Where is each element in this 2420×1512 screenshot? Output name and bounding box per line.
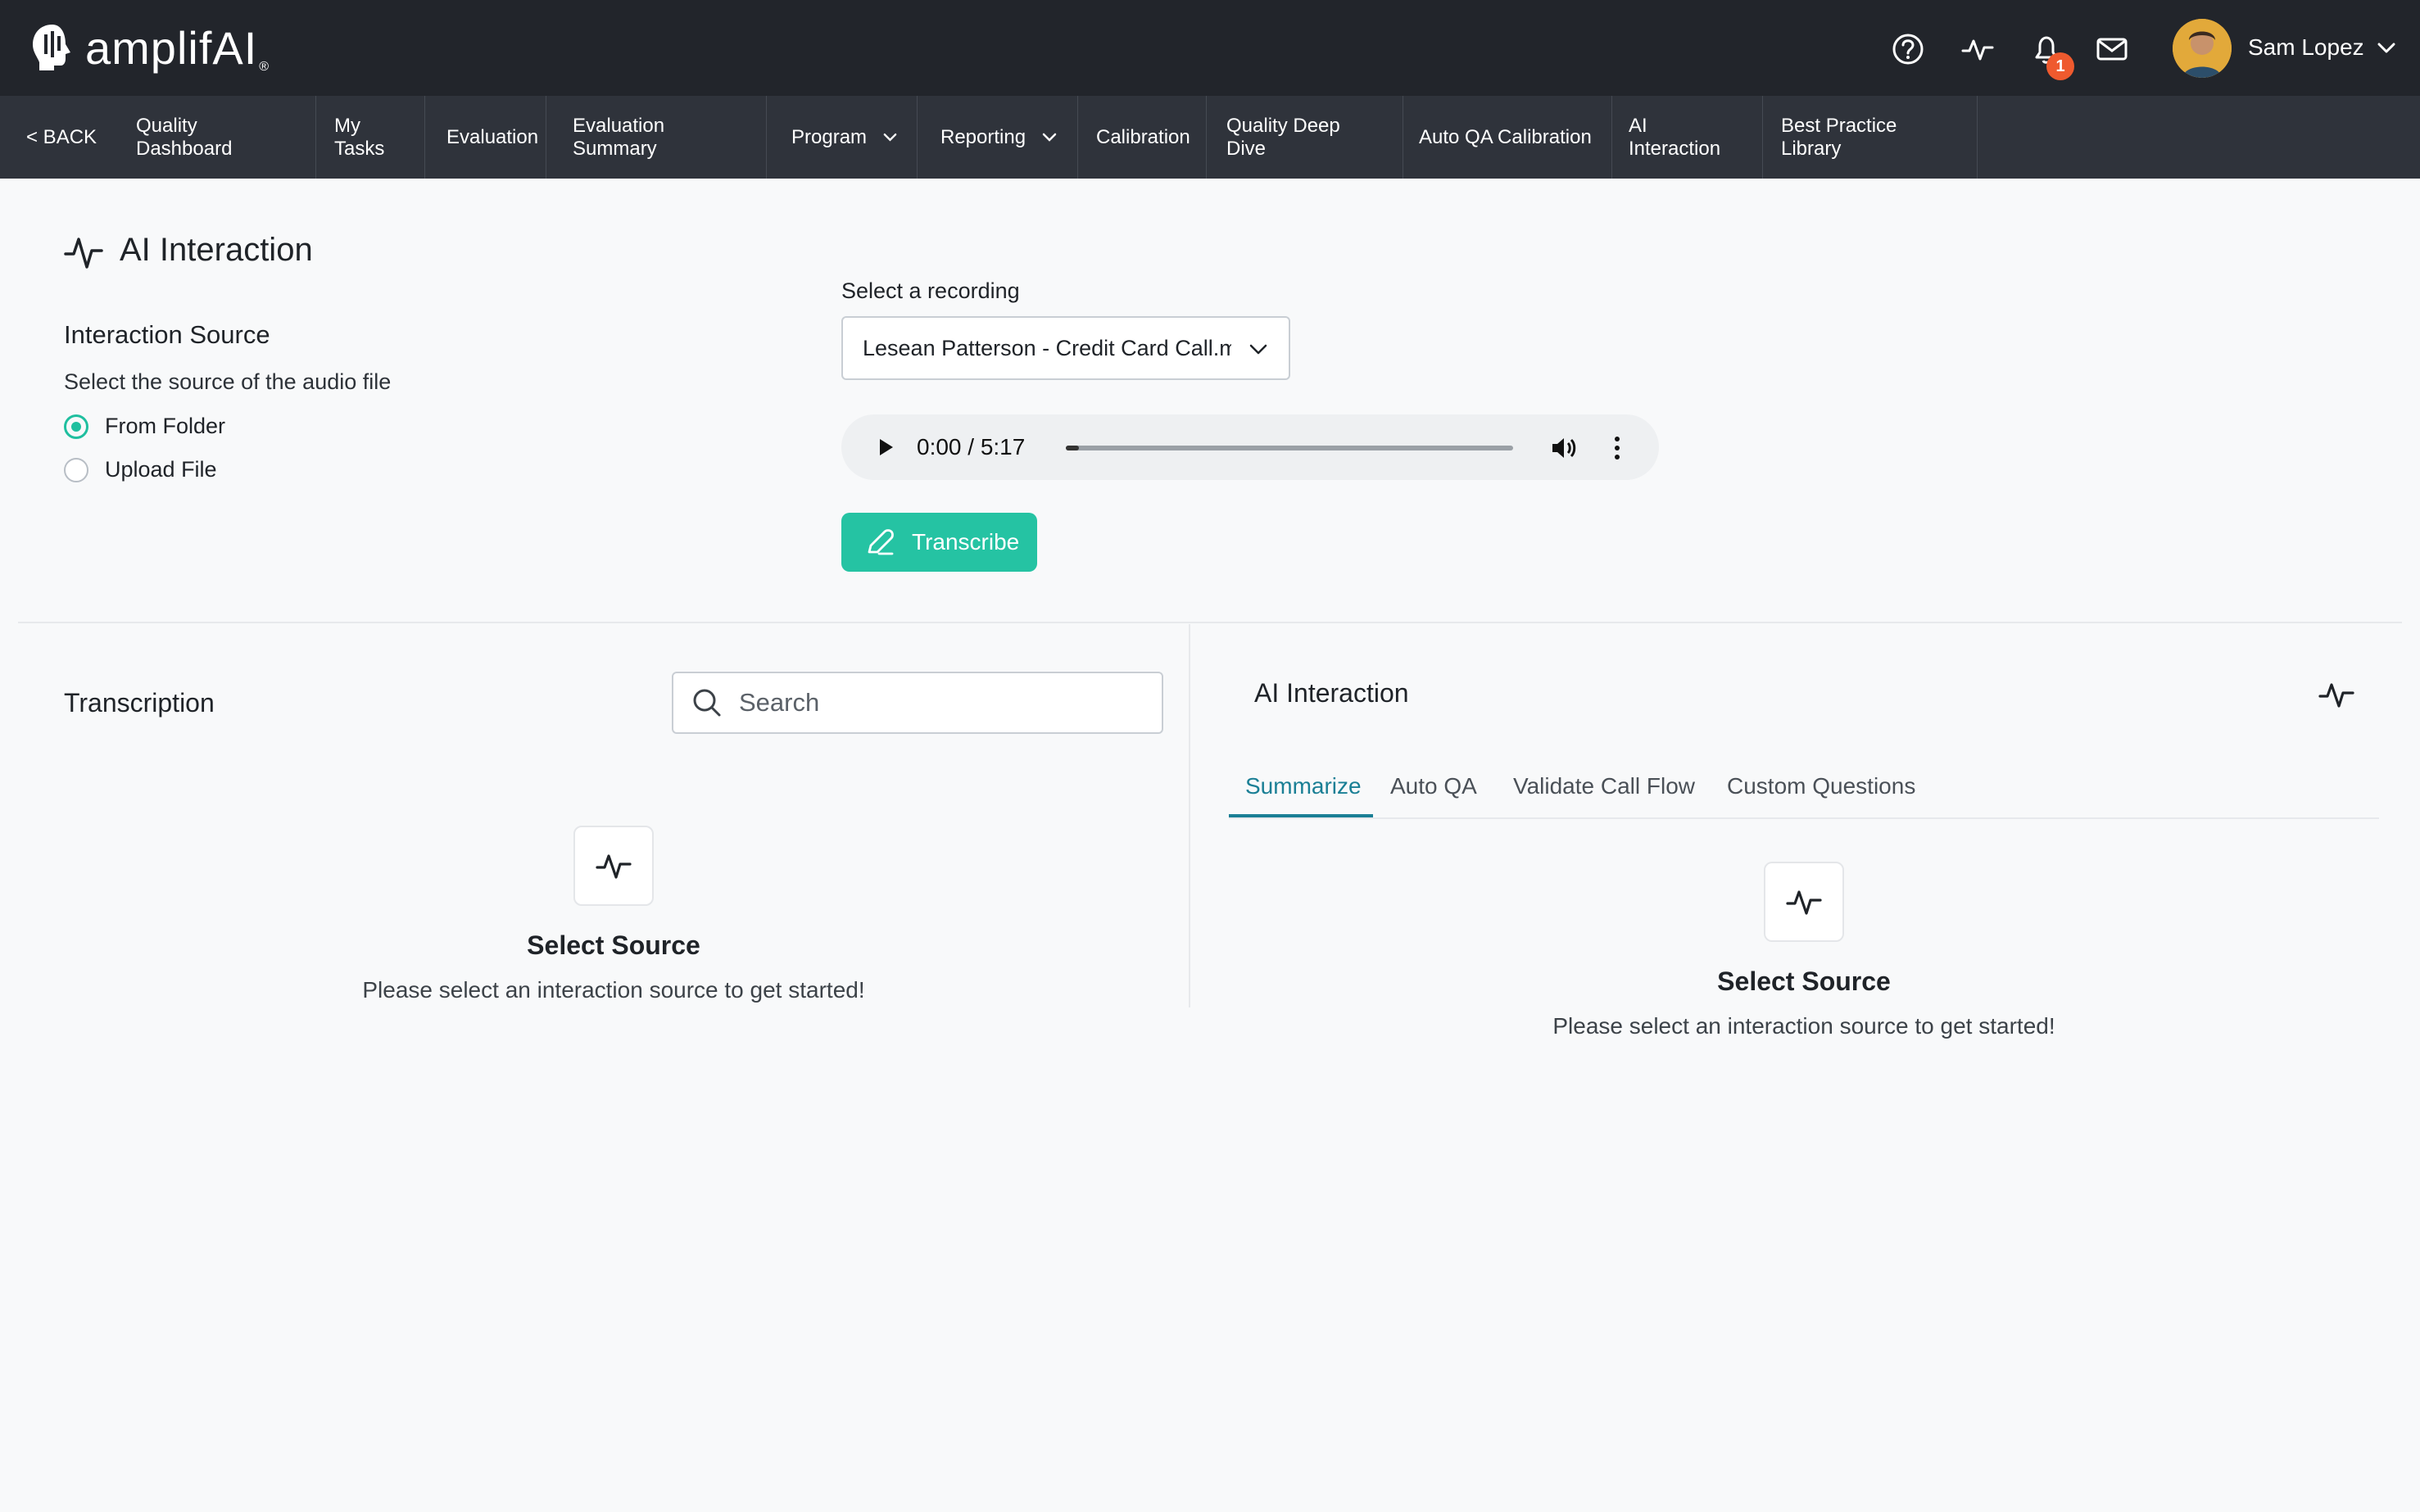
nav-ai-interaction[interactable]: AI Interaction: [1611, 96, 1763, 179]
nav-quality-dashboard[interactable]: Quality Dashboard: [118, 96, 316, 179]
nav-back-label: < BACK: [26, 125, 97, 148]
brand-logo[interactable]: amplifAI ®: [29, 18, 270, 77]
radio-upload-file[interactable]: Upload File: [64, 457, 217, 482]
nav-auto-qa-calibration[interactable]: Auto QA Calibration: [1401, 96, 1612, 179]
empty-state-icon-box: [1764, 862, 1844, 942]
main-nav: < BACK Quality Dashboard My Tasks Evalua…: [0, 96, 2420, 179]
empty-state-message: Please select an interaction source to g…: [362, 977, 865, 1003]
transcribe-button[interactable]: Transcribe: [841, 513, 1037, 572]
audio-player[interactable]: 0:00 / 5:17: [841, 414, 1659, 480]
nav-label: Program: [791, 125, 868, 148]
section-divider: [18, 622, 2402, 623]
nav-evaluation[interactable]: Evaluation: [428, 96, 546, 179]
search-icon: [693, 689, 721, 717]
panel-divider: [1189, 624, 1190, 1007]
chevron-down-icon: [1042, 133, 1057, 142]
nav-label: Evaluation Summary: [573, 114, 665, 160]
activity-icon: [1786, 890, 1822, 915]
nav-quality-deep-dive[interactable]: Quality Deep Dive: [1208, 96, 1403, 179]
recording-select[interactable]: Lesean Patterson - Credit Card Call.mp3: [841, 316, 1290, 380]
transcription-search[interactable]: [672, 672, 1163, 734]
nav-label: AI Interaction: [1629, 114, 1721, 160]
chevron-down-icon[interactable]: [2374, 36, 2399, 61]
radio-button-selected[interactable]: [64, 414, 88, 439]
audio-progress-fill: [1066, 446, 1080, 450]
interaction-source-label: Interaction Source: [64, 320, 270, 349]
nav-back[interactable]: < BACK: [8, 96, 121, 179]
search-input[interactable]: [737, 687, 1134, 718]
top-bar: amplifAI ® 1 Sam Lopez: [0, 0, 2420, 96]
empty-state-icon-box: [573, 826, 654, 906]
nav-reporting[interactable]: Reporting: [922, 96, 1078, 179]
tab-custom-questions[interactable]: Custom Questions: [1727, 773, 1915, 799]
recording-selected-value: Lesean Patterson - Credit Card Call.mp3: [863, 335, 1231, 360]
nav-label: Quality Deep Dive: [1226, 114, 1340, 160]
radio-from-folder[interactable]: From Folder: [64, 414, 225, 439]
tab-auto-qa[interactable]: Auto QA: [1390, 773, 1477, 799]
tab-validate-call-flow[interactable]: Validate Call Flow: [1513, 773, 1695, 799]
avatar[interactable]: [2173, 19, 2232, 78]
radio-button[interactable]: [64, 457, 88, 482]
mail-icon[interactable]: [2094, 31, 2130, 67]
nav-label: Quality Dashboard: [136, 114, 233, 160]
activity-icon[interactable]: [1960, 31, 1996, 67]
nav-program[interactable]: Program: [773, 96, 918, 179]
activity-icon: [596, 854, 632, 879]
tab-summarize[interactable]: Summarize: [1245, 773, 1362, 799]
audio-progress[interactable]: [1066, 446, 1513, 450]
page-title: AI Interaction: [120, 232, 313, 268]
nav-best-practice-library[interactable]: Best Practice Library: [1763, 96, 1978, 179]
nav-label: Best Practice Library: [1781, 114, 1897, 160]
nav-label: Calibration: [1096, 125, 1190, 148]
empty-state-title: Select Source: [527, 930, 700, 960]
pen-icon: [868, 529, 894, 555]
chevron-down-icon: [883, 133, 897, 142]
nav-label: My Tasks: [334, 114, 385, 160]
active-tab-indicator: [1229, 814, 1373, 817]
nav-my-tasks[interactable]: My Tasks: [316, 96, 425, 179]
nav-evaluation-summary[interactable]: Evaluation Summary: [555, 96, 767, 179]
activity-icon[interactable]: [2317, 675, 2356, 714]
tabs-baseline: [1229, 817, 2379, 819]
transcribe-button-label: Transcribe: [912, 529, 1020, 555]
notification-badge: 1: [2046, 52, 2074, 80]
radio-label: Upload File: [105, 457, 217, 482]
activity-icon: [64, 238, 103, 269]
play-icon[interactable]: [874, 436, 897, 459]
brand-name: amplifAI ®: [85, 21, 270, 74]
interaction-source-sublabel: Select the source of the audio file: [64, 369, 392, 394]
empty-state-title: Select Source: [1717, 967, 1891, 996]
nav-calibration[interactable]: Calibration: [1078, 96, 1207, 179]
recording-label: Select a recording: [841, 278, 1020, 303]
nav-label: Evaluation: [446, 125, 539, 148]
volume-icon[interactable]: [1549, 434, 1579, 462]
chevron-down-icon: [1249, 344, 1267, 355]
radio-label: From Folder: [105, 414, 226, 438]
nav-label: Reporting: [940, 125, 1026, 148]
brand-head-icon: [33, 25, 70, 70]
more-options-icon[interactable]: [1611, 434, 1623, 462]
help-icon[interactable]: [1890, 31, 1926, 67]
user-name[interactable]: Sam Lopez: [2248, 34, 2364, 61]
audio-time: 0:00 / 5:17: [917, 434, 1026, 459]
empty-state-message: Please select an interaction source to g…: [1552, 1013, 2055, 1039]
transcription-title: Transcription: [64, 688, 215, 718]
ai-panel-title: AI Interaction: [1254, 678, 1409, 708]
nav-label: Auto QA Calibration: [1419, 125, 1592, 148]
